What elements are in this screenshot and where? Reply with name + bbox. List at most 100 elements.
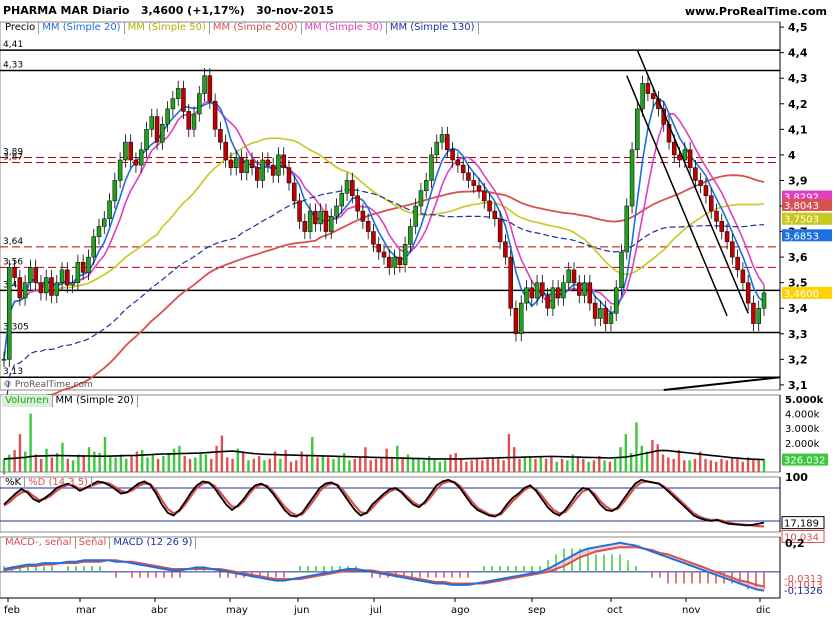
legend-ma20[interactable]: MM (Simple 20) [39, 22, 125, 34]
candle-body [17, 277, 23, 299]
candle-body [751, 302, 756, 324]
volume-bar [550, 455, 553, 472]
macd-last-value: -0,1326 [784, 586, 823, 597]
candle-body [471, 180, 476, 186]
candle-body [629, 149, 635, 207]
volume-bar [321, 455, 325, 472]
candle-body [608, 313, 614, 324]
legend-ma130[interactable]: MM (Simple 130) [387, 22, 479, 34]
volume-bar [720, 458, 723, 472]
legend-ma50[interactable]: MM (Simple 50) [125, 22, 210, 34]
volume-bar [220, 435, 224, 472]
candle-body [714, 210, 719, 222]
candle-body [492, 210, 498, 220]
candle-body [529, 287, 535, 299]
candle-body [730, 241, 735, 258]
volume-bar [279, 458, 282, 472]
candle-body [672, 141, 677, 156]
volume-bar [566, 460, 569, 472]
volume-bar [231, 458, 234, 472]
volume-bar [295, 460, 298, 472]
x-tick-label: may [226, 605, 248, 616]
candle-body [413, 205, 418, 227]
volume-bar [656, 444, 659, 472]
candle-body [387, 256, 392, 268]
volume-bar [140, 450, 144, 472]
volume-bar [470, 460, 473, 472]
volume-bar [114, 457, 117, 472]
legend-ma30[interactable]: MM (Simple 30) [302, 22, 387, 34]
volume-tick-label: 3.000k [785, 424, 820, 435]
volume-bar [582, 458, 585, 472]
stoch-tick-label: 100 [785, 471, 808, 484]
volume-bar [449, 454, 452, 472]
candle-body [761, 292, 767, 309]
volume-bar [252, 458, 255, 472]
volume-bar [401, 458, 404, 472]
candle-body [603, 307, 608, 324]
candle-body [228, 159, 234, 168]
x-tick-label: oct [607, 605, 623, 616]
candle-body [397, 256, 403, 266]
candle-body [577, 282, 582, 296]
candle-body [650, 93, 656, 99]
volume-bar [268, 458, 271, 472]
candle-body [677, 154, 682, 161]
candle-body [598, 307, 603, 319]
legend-volume-ma[interactable]: MM (Simple 20) [53, 395, 138, 407]
volume-bar [651, 439, 654, 472]
volume-bar [757, 460, 760, 472]
candle-body [28, 267, 33, 283]
volume-bar [762, 458, 766, 472]
volume-bar [619, 447, 622, 472]
legend-macd-hist[interactable]: MACD-, señal [2, 537, 76, 549]
legend-price[interactable]: Precio [2, 22, 40, 34]
legend-stoch-d[interactable]: %D (14 3 5) [25, 477, 93, 489]
volume-bar [305, 454, 309, 472]
watermark: © ProRealTime.com [3, 380, 93, 390]
candle-body [365, 221, 371, 232]
candle-body [487, 200, 492, 212]
volume-bar [151, 454, 155, 472]
candle-body [318, 210, 323, 225]
candle-body [276, 154, 281, 176]
candle-body [708, 195, 714, 212]
volume-bar [284, 450, 287, 472]
legend-ma200[interactable]: MM (Simple 200) [210, 22, 302, 34]
volume-bar [752, 458, 755, 472]
legend-macd-signal[interactable]: Señal [76, 537, 111, 549]
volume-bar [87, 447, 91, 472]
volume-bar [544, 458, 548, 472]
candle-body [466, 172, 471, 181]
volume-bar [8, 454, 11, 472]
volume-bar [555, 461, 558, 472]
volume-bar [603, 460, 606, 472]
volume-bar [385, 448, 388, 472]
candle-body [402, 244, 408, 266]
candle-body [96, 226, 102, 237]
volume-bar [736, 458, 739, 472]
level-label: 3,64 [3, 237, 23, 247]
level-label: 3,56 [3, 257, 23, 267]
volume-bar [119, 454, 123, 472]
candle-body [160, 123, 165, 143]
candle-body [181, 88, 186, 112]
candle-body [255, 167, 260, 181]
price-tick-label: 4,2 [788, 98, 808, 111]
volume-bar [486, 458, 489, 472]
candle-body [123, 141, 128, 161]
candle-body [7, 267, 12, 360]
candle-body [698, 180, 703, 186]
volume-bar [257, 455, 261, 472]
candle-body [497, 218, 503, 243]
legend-macd-line[interactable]: MACD (12 26 9) [110, 537, 197, 549]
legend-stoch-k[interactable]: %K [2, 477, 26, 489]
volume-bar [289, 461, 293, 472]
candle-body [128, 141, 133, 161]
volume-bar [66, 458, 69, 472]
legend-volume[interactable]: Volumen [2, 395, 53, 407]
volume-bar [714, 461, 718, 472]
candle-body [249, 159, 255, 168]
x-tick-label: dic [756, 605, 771, 616]
candle-body [339, 192, 345, 207]
